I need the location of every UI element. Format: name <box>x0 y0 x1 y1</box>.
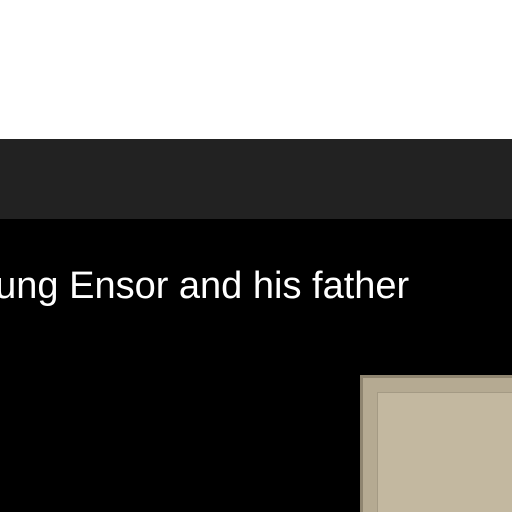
slide-content: oung Ensor and his father <box>0 219 512 512</box>
page: oung Ensor and his father <box>0 0 512 512</box>
photo-caption: oung Ensor and his father <box>0 265 410 307</box>
header-bar <box>0 139 512 219</box>
photo-thumbnail[interactable] <box>360 375 512 512</box>
top-blank-area <box>0 0 512 139</box>
photo-mat <box>377 392 512 512</box>
